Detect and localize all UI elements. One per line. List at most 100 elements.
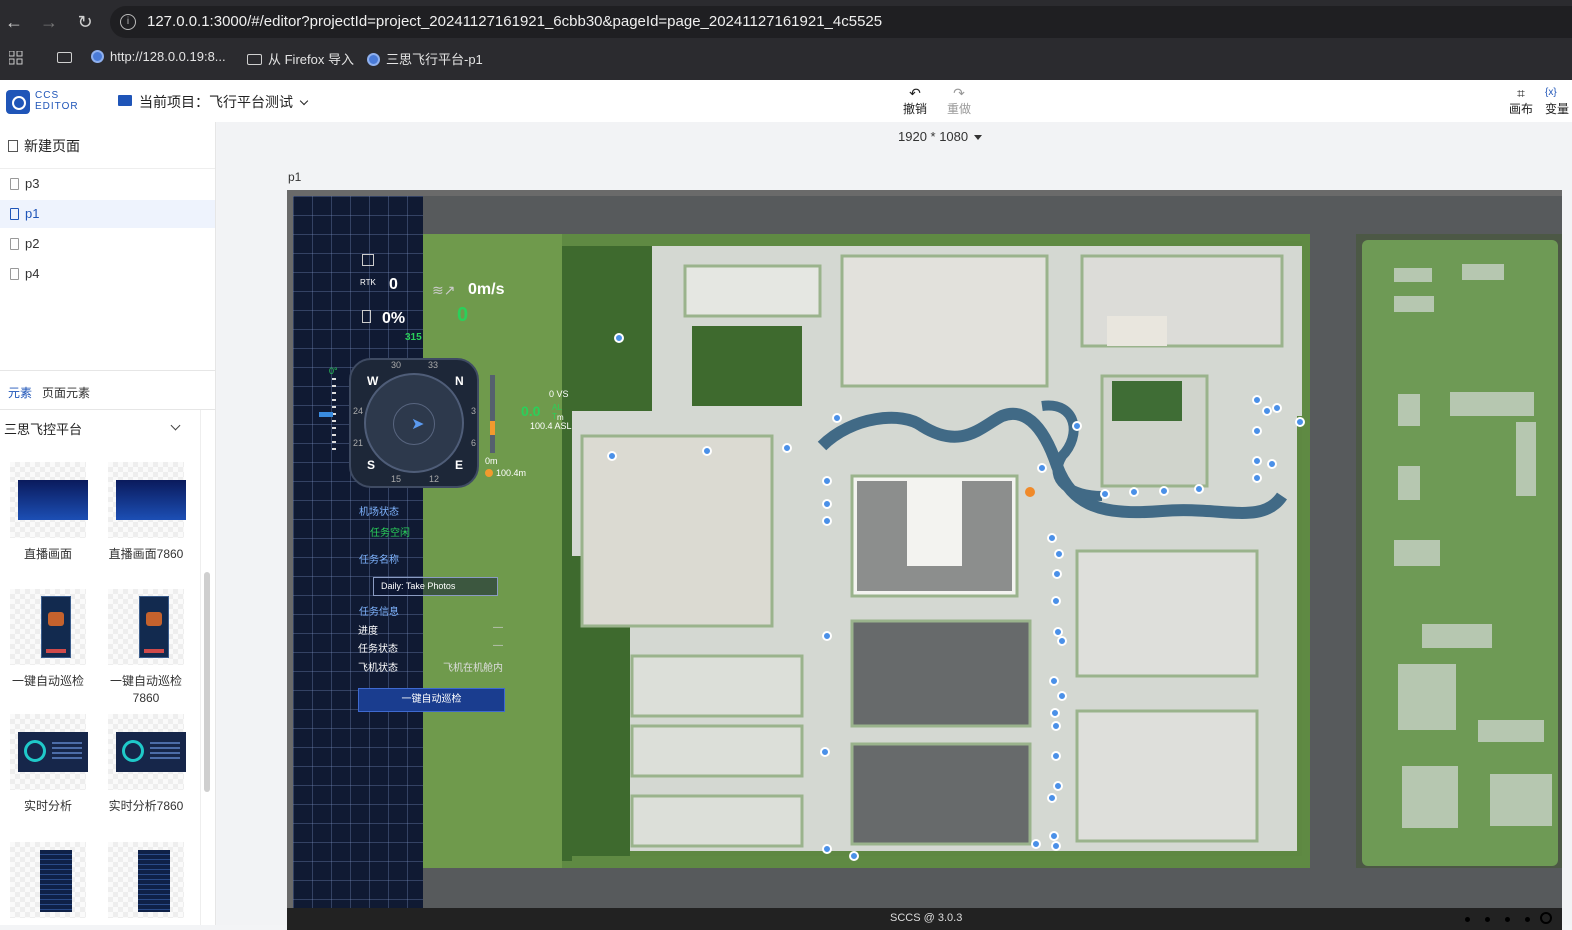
- tab-elements[interactable]: 元素: [8, 384, 32, 401]
- back-icon[interactable]: ←: [2, 10, 26, 34]
- stage-footer: SCCS @ 3.0.3: [287, 908, 1562, 930]
- task-name-title: 任务名称: [359, 555, 399, 566]
- bookmark-3[interactable]: 三思飞行平台-p1: [367, 49, 483, 68]
- component-live-view-7860[interactable]: 直播画面7860: [100, 462, 192, 563]
- undo-icon: ↶: [909, 85, 921, 101]
- tab-page-elements[interactable]: 页面元素: [42, 384, 90, 401]
- component-realtime-analysis-7860[interactable]: 实时分析7860: [100, 714, 192, 815]
- sidebar-tabs: 元素 页面元素: [0, 370, 215, 410]
- file-icon: [10, 268, 19, 280]
- pitch-indicator-icon: [319, 412, 333, 417]
- address-bar[interactable]: i 127.0.0.1:3000/#/editor?projectId=proj…: [110, 6, 1572, 38]
- add-page-icon: [8, 140, 18, 152]
- city-image: [18, 480, 88, 520]
- home-alt: 100.4m: [496, 468, 527, 478]
- task-name-field[interactable]: Daily: Take Photos: [373, 577, 498, 596]
- battery-value: 0%: [382, 310, 406, 327]
- rtk-value: 0: [389, 276, 398, 293]
- power-icon[interactable]: [1540, 912, 1552, 924]
- analysis-image: [18, 732, 88, 772]
- page-item-p4[interactable]: p4: [0, 260, 215, 288]
- component-realtime-analysis[interactable]: 实时分析: [2, 714, 94, 815]
- bookmark-2[interactable]: 从 Firefox 导入: [247, 49, 354, 68]
- variable-button[interactable]: {x} 变量: [1545, 86, 1572, 117]
- component-live-view[interactable]: 直播画面: [2, 462, 94, 563]
- page-stage[interactable]: RTK 0 0% ≋↗ 0m/s 0 315 0° ➤ W N S E 30 3…: [287, 190, 1562, 930]
- speed-value: 0: [457, 304, 469, 326]
- wind-speed: 0m/s: [468, 281, 505, 298]
- auto-patrol-button[interactable]: 一键自动巡检: [358, 688, 505, 712]
- component-group-title[interactable]: 三思飞控平台: [4, 419, 82, 438]
- site-info-icon[interactable]: i: [120, 14, 136, 30]
- folder-icon: [118, 95, 132, 106]
- forward-icon[interactable]: →: [37, 10, 61, 34]
- page-item-p2[interactable]: p2: [0, 230, 215, 258]
- aircraft-status-label: 飞机状态: [358, 663, 398, 674]
- file-icon: [10, 238, 19, 250]
- page-item-p3[interactable]: p3: [0, 170, 215, 198]
- project-selector[interactable]: 当前项目：飞行平台测试: [139, 92, 309, 112]
- sidebar-scrollbar[interactable]: [204, 572, 210, 792]
- folder-icon: [247, 54, 262, 65]
- left-sidebar: 新建页面 p3 p1 p2 p4 元素 页面元素 三思飞控平台 直播画面 直播画…: [0, 122, 216, 925]
- progress-value: —: [493, 622, 503, 633]
- home-icon: [485, 469, 493, 477]
- compass-widget: ➤ W N S E 30 33 3 6 12 15 21 24: [349, 358, 479, 488]
- canvas-button[interactable]: ⌗ 画布: [1501, 86, 1541, 117]
- city-image: [116, 480, 186, 520]
- chevron-down-icon: [299, 96, 309, 106]
- file-icon: [10, 178, 19, 190]
- wind-icon: ≋↗: [432, 282, 456, 298]
- apps-grid-icon[interactable]: [8, 50, 23, 65]
- signal-icon: [362, 254, 374, 266]
- browser-chrome: ← → ↻ i 127.0.0.1:3000/#/editor?projectI…: [0, 0, 1572, 80]
- file-icon: [10, 208, 19, 220]
- logo-text: CCS EDITOR: [35, 90, 79, 112]
- ccs-logo-icon: [6, 90, 30, 114]
- vs-label: 0 VS: [549, 389, 569, 399]
- panel-image: [41, 596, 71, 658]
- aerial-map[interactable]: [422, 196, 1562, 908]
- version-text: SCCS @ 3.0.3: [890, 912, 963, 924]
- table-image: [40, 850, 72, 912]
- task-status-value: —: [493, 640, 503, 651]
- reload-icon[interactable]: ↻: [73, 10, 97, 34]
- panel-image: [139, 596, 169, 658]
- globe-icon: [91, 50, 104, 63]
- progress-label: 进度: [358, 626, 378, 637]
- alt-value: 0.0: [521, 403, 541, 419]
- pitch-value: 0°: [329, 366, 338, 376]
- caret-down-icon: [974, 135, 983, 140]
- folder-icon[interactable]: [57, 52, 72, 63]
- task-info-title: 任务信息: [359, 607, 399, 618]
- component-auto-patrol-7860[interactable]: 一键自动巡检7860: [100, 589, 192, 707]
- chevron-down-icon[interactable]: [170, 420, 181, 431]
- resolution-selector[interactable]: 1920 * 1080: [898, 129, 983, 144]
- ground-alt: 0m: [485, 456, 498, 466]
- rtk-icon: RTK: [360, 278, 376, 287]
- url-text: 127.0.0.1:3000/#/editor?projectId=projec…: [147, 13, 883, 30]
- hud-grid-panel: [293, 196, 423, 908]
- heading-value: 315: [405, 332, 422, 343]
- dock-status-title: 机场状态: [359, 507, 399, 518]
- component-auto-patrol[interactable]: 一键自动巡检: [2, 589, 94, 690]
- globe-icon: [367, 53, 380, 66]
- asl-value: 100.4 ASL: [530, 421, 572, 431]
- redo-button[interactable]: ↷ 重做: [939, 86, 979, 117]
- page-name-label: p1: [288, 170, 302, 184]
- battery-icon: [362, 310, 371, 323]
- dock-status-value: 任务空闲: [370, 528, 410, 539]
- table-image: [138, 850, 170, 912]
- canvas-area: 1920 * 1080 p1 RTK 0 0% ≋↗ 0m/s 0 315 0°…: [217, 122, 1572, 930]
- undo-button[interactable]: ↶ 撤销: [895, 86, 935, 117]
- analysis-image: [116, 732, 186, 772]
- task-status-label: 任务状态: [358, 644, 398, 655]
- component-table[interactable]: [2, 842, 94, 918]
- component-table-7860[interactable]: [100, 842, 192, 918]
- redo-icon: ↷: [953, 85, 965, 101]
- crop-icon: ⌗: [1517, 85, 1525, 101]
- page-item-p1[interactable]: p1: [0, 200, 215, 228]
- new-page-button[interactable]: 新建页面: [8, 136, 80, 156]
- app-header: CCS EDITOR 当前项目：飞行平台测试 ↶ 撤销 ↷ 重做 ⌗ 画布 {x} 变量: [0, 80, 1572, 122]
- bookmark-1[interactable]: http://128.0.0.19:8...: [91, 49, 226, 64]
